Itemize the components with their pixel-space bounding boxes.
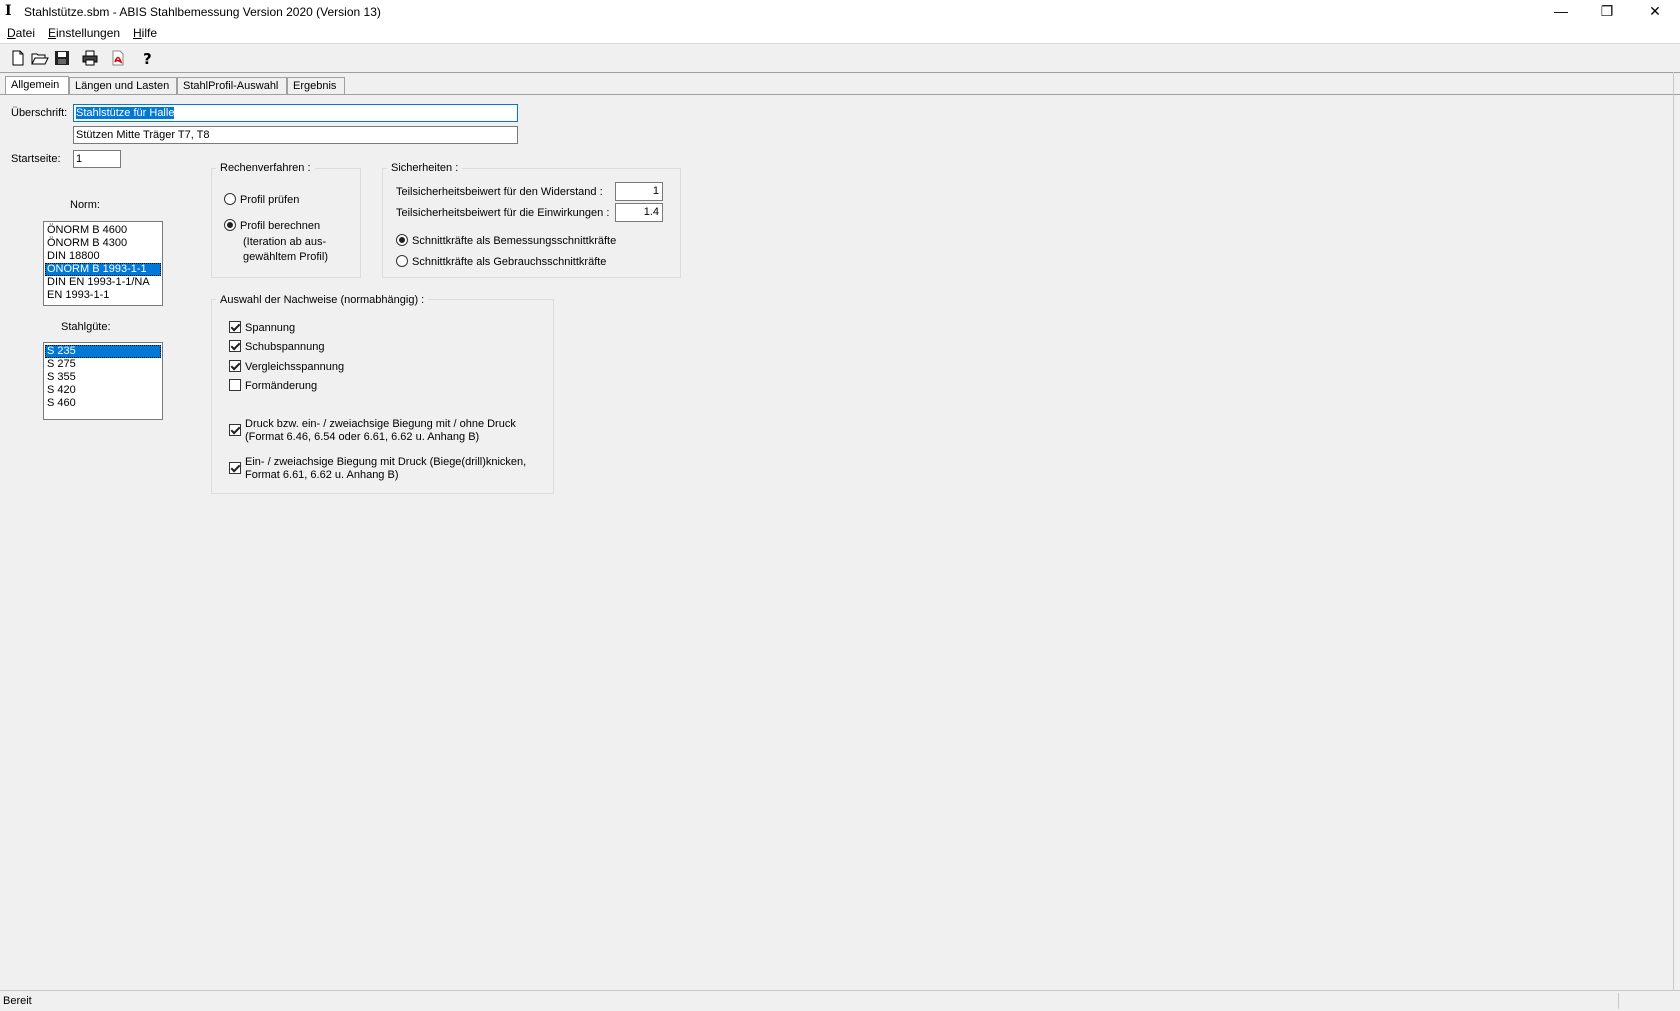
tab-allgemein[interactable]: Allgemein (5, 76, 69, 95)
close-button[interactable]: ✕ (1632, 0, 1678, 24)
heading-label: Überschrift: (11, 107, 68, 119)
design-forces-radio[interactable] (396, 234, 408, 246)
resistance-factor-label: Teilsicherheitsbeiwert für den Widerstan… (396, 186, 603, 198)
app-icon: I (5, 3, 12, 19)
buckling-label-line1[interactable]: Ein- / zweiachsige Biegung mit Druck (Bi… (245, 456, 526, 468)
steel-grade-listbox[interactable]: S 235 S 275 S 355 S 420 S 460 (43, 342, 163, 420)
right-frame-edge (1673, 72, 1674, 990)
norm-option[interactable]: DIN 18800 (45, 250, 161, 263)
profile-calc-note-line2: gewähltem Profil) (243, 251, 328, 263)
norm-listbox[interactable]: ÖNORM B 4600 ÖNORM B 4300 DIN 18800 ÖNOR… (43, 221, 163, 306)
buckling-checkbox[interactable] (229, 462, 241, 474)
shear-stress-label[interactable]: Schubspannung (245, 341, 325, 353)
steel-option[interactable]: S 460 (45, 397, 161, 410)
new-file-icon[interactable] (8, 48, 28, 68)
restore-button[interactable]: ❐ (1584, 0, 1630, 24)
norm-label: Norm: (70, 199, 100, 211)
deformation-label[interactable]: Formänderung (245, 380, 317, 392)
profile-calc-radio[interactable] (224, 219, 236, 231)
menu-hilfe[interactable]: Hilfe (133, 26, 157, 40)
norm-option[interactable]: DIN EN 1993-1-1/NA (45, 276, 161, 289)
profile-check-radio[interactable] (224, 193, 236, 205)
compression-bending-label-line1[interactable]: Druck bzw. ein- / zweiachsige Biegung mi… (245, 418, 516, 430)
steel-grade-label: Stahlgüte: (61, 321, 111, 333)
status-text: Bereit (3, 995, 32, 1007)
toolbar: ? (0, 44, 1680, 73)
minimize-button[interactable]: — (1538, 0, 1584, 24)
menu-datei[interactable]: Datei (7, 26, 35, 40)
help-icon[interactable]: ? (138, 48, 158, 68)
norm-option-selected[interactable]: ÖNORM B 1993-1-1 (45, 263, 161, 276)
service-forces-radio[interactable] (396, 255, 408, 267)
norm-option[interactable]: ÖNORM B 4600 (45, 224, 161, 237)
save-icon[interactable] (52, 48, 72, 68)
tab-laengen-und-lasten[interactable]: Längen und Lasten (69, 77, 177, 94)
stress-checkbox[interactable] (229, 321, 241, 333)
menu-einstellungen[interactable]: Einstellungen (48, 26, 120, 40)
deformation-checkbox[interactable] (229, 379, 241, 391)
tab-ergebnis[interactable]: Ergebnis (287, 77, 345, 94)
equivalent-stress-checkbox[interactable] (229, 360, 241, 372)
stress-label[interactable]: Spannung (245, 322, 295, 334)
print-icon[interactable] (80, 48, 100, 68)
status-bar: Bereit (0, 990, 1680, 1011)
title-bar: I Stahlstütze.sbm - ABIS Stahlbemessung … (0, 0, 1680, 24)
buckling-label-line2[interactable]: Format 6.61, 6.62 u. Anhang B) (245, 469, 398, 481)
steel-option[interactable]: S 355 (45, 371, 161, 384)
service-forces-label[interactable]: Schnittkräfte als Gebrauchsschnittkräfte (412, 256, 606, 268)
norm-option[interactable]: ÖNORM B 4300 (45, 237, 161, 250)
action-factor-input[interactable]: 1.4 (615, 203, 663, 222)
action-factor-label: Teilsicherheitsbeiwert für die Einwirkun… (396, 207, 610, 219)
menu-bar: Datei Einstellungen Hilfe (0, 24, 1680, 44)
svg-text:?: ? (143, 50, 152, 68)
calc-method-title: Rechenverfahren : (216, 162, 315, 174)
compression-bending-checkbox[interactable] (229, 424, 241, 436)
pdf-icon[interactable] (108, 48, 128, 68)
status-divider (1618, 993, 1619, 1009)
profile-check-label[interactable]: Profil prüfen (240, 194, 299, 206)
checks-title: Auswahl der Nachweise (normabhängig) : (216, 294, 429, 306)
design-forces-label[interactable]: Schnittkräfte als Bemessungsschnittkräft… (412, 235, 616, 247)
tab-divider (0, 94, 1680, 95)
profile-calc-label[interactable]: Profil berechnen (240, 220, 320, 232)
window-title: Stahlstütze.sbm - ABIS Stahlbemessung Ve… (24, 5, 381, 19)
tab-stahlprofil-auswahl[interactable]: StahlProfil-Auswahl (177, 77, 287, 94)
steel-option[interactable]: S 275 (45, 358, 161, 371)
resistance-factor-input[interactable]: 1 (615, 182, 663, 201)
start-page-label: Startseite: (11, 153, 61, 165)
equivalent-stress-label[interactable]: Vergleichsspannung (245, 361, 344, 373)
profile-calc-note-line1: (Iteration ab aus- (243, 236, 327, 248)
compression-bending-label-line2[interactable]: (Format 6.46, 6.54 oder 6.61, 6.62 u. An… (245, 431, 479, 443)
start-page-input[interactable]: 1 (73, 150, 121, 168)
steel-option[interactable]: S 420 (45, 384, 161, 397)
open-folder-icon[interactable] (30, 48, 50, 68)
heading-line1-input[interactable]: Stahlstütze für Halle (73, 104, 518, 122)
heading-line2-input[interactable]: Stützen Mitte Träger T7, T8 (73, 126, 518, 144)
norm-option[interactable]: EN 1993-1-1 (45, 289, 161, 302)
safety-title: Sicherheiten : (387, 162, 463, 174)
steel-option-selected[interactable]: S 235 (45, 345, 161, 358)
shear-stress-checkbox[interactable] (229, 340, 241, 352)
